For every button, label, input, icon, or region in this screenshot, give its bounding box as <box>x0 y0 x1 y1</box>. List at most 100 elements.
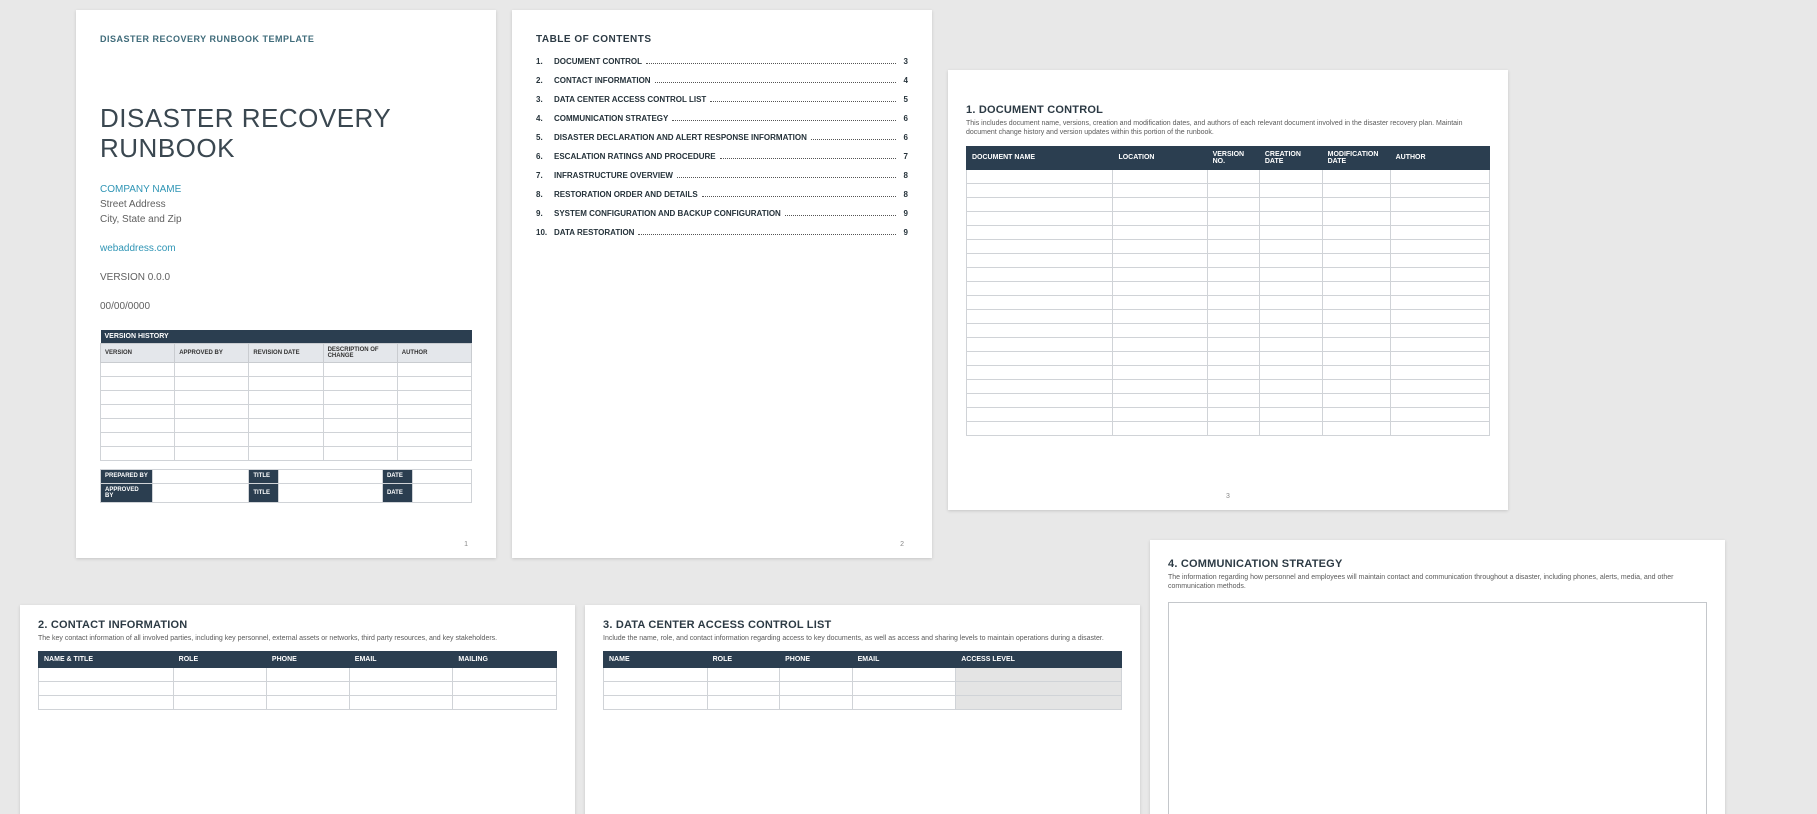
table-row <box>967 379 1490 393</box>
page-6: 4. COMMUNICATION STRATEGY The informatio… <box>1150 540 1725 814</box>
toc-page: 6 <box>898 114 908 123</box>
ct-h-phone: PHONE <box>266 652 349 668</box>
toc-number: 4. <box>536 114 554 123</box>
table-row <box>39 696 557 710</box>
datacenter-table: NAME ROLE PHONE EMAIL ACCESS LEVEL <box>603 651 1122 710</box>
table-row <box>967 323 1490 337</box>
date-label-1: DATE <box>382 469 412 483</box>
table-row <box>967 183 1490 197</box>
table-row <box>967 407 1490 421</box>
doc-control-table: DOCUMENT NAME LOCATION VERSION NO. CREAT… <box>966 146 1490 436</box>
date-value-2 <box>412 483 471 502</box>
table-row <box>101 362 472 376</box>
toc-dots <box>655 82 896 83</box>
table-row <box>967 421 1490 435</box>
table-row <box>101 404 472 418</box>
table-row <box>967 253 1490 267</box>
table-row <box>967 281 1490 295</box>
toc-dots <box>720 158 896 159</box>
doc-title-line2: RUNBOOK <box>100 133 235 163</box>
section-desc-doc-control: This includes document name, versions, c… <box>966 119 1490 138</box>
toc-number: 3. <box>536 95 554 104</box>
toc-dots <box>710 101 896 102</box>
toc-page: 9 <box>898 209 908 218</box>
toc-number: 6. <box>536 152 554 161</box>
toc-item: 7.INFRASTRUCTURE OVERVIEW 8 <box>536 171 908 180</box>
page-number-3: 3 <box>948 493 1508 500</box>
dc-h-version: VERSION NO. <box>1207 146 1259 169</box>
vh-header-revdate: REVISION DATE <box>249 343 323 362</box>
toc-label: CONTACT INFORMATION <box>554 76 651 85</box>
title-label-1: TITLE <box>249 469 279 483</box>
title-value-2 <box>279 483 383 502</box>
toc-page: 6 <box>898 133 908 142</box>
toc-label: ESCALATION RATINGS AND PROCEDURE <box>554 152 716 161</box>
web-address: webaddress.com <box>100 241 472 256</box>
table-row <box>967 267 1490 281</box>
page-3: 1. DOCUMENT CONTROL This includes docume… <box>948 70 1508 510</box>
vh-header-approved: APPROVED BY <box>175 343 249 362</box>
toc-dots <box>677 177 896 178</box>
toc-number: 8. <box>536 190 554 199</box>
toc-item: 3.DATA CENTER ACCESS CONTROL LIST5 <box>536 95 908 104</box>
toc-label: DISASTER DECLARATION AND ALERT RESPONSE … <box>554 133 807 142</box>
toc-number: 5. <box>536 133 554 142</box>
toc-item: 2.CONTACT INFORMATION4 <box>536 76 908 85</box>
toc-list: 1.DOCUMENT CONTROL32.CONTACT INFORMATION… <box>536 57 908 237</box>
date-label: 00/00/0000 <box>100 299 472 314</box>
table-row <box>604 696 1122 710</box>
toc-label: DATA RESTORATION <box>554 228 634 237</box>
approved-by-label: APPROVED BY <box>101 483 153 502</box>
table-row <box>967 351 1490 365</box>
toc-label: INFRASTRUCTURE OVERVIEW <box>554 171 673 180</box>
version-history-table: VERSION HISTORY VERSION APPROVED BY REVI… <box>100 330 472 461</box>
table-row <box>101 390 472 404</box>
page-2: TABLE OF CONTENTS 1.DOCUMENT CONTROL32.C… <box>512 10 932 558</box>
toc-item: 6.ESCALATION RATINGS AND PROCEDURE 7 <box>536 152 908 161</box>
toc-page: 3 <box>898 57 908 66</box>
dcx-h-email: EMAIL <box>852 652 956 668</box>
title-value-1 <box>279 469 383 483</box>
dc-h-mod: MODIFICATION DATE <box>1322 146 1390 169</box>
prepared-by-value <box>152 469 248 483</box>
ct-h-role: ROLE <box>173 652 266 668</box>
toc-dots <box>785 215 896 216</box>
toc-number: 1. <box>536 57 554 66</box>
toc-page: 7 <box>898 152 908 161</box>
version-label: VERSION 0.0.0 <box>100 270 472 285</box>
toc-label: COMMUNICATION STRATEGY <box>554 114 668 123</box>
section-desc-comm: The information regarding how personnel … <box>1168 573 1707 592</box>
table-row <box>604 668 1122 682</box>
toc-item: 8.RESTORATION ORDER AND DETAILS 8 <box>536 190 908 199</box>
page-1: DISASTER RECOVERY RUNBOOK TEMPLATE DISAS… <box>76 10 496 558</box>
dcx-h-name: NAME <box>604 652 708 668</box>
table-row <box>967 169 1490 183</box>
toc-number: 7. <box>536 171 554 180</box>
prepared-approved-table: PREPARED BY TITLE DATE APPROVED BY TITLE… <box>100 469 472 503</box>
toc-item: 10.DATA RESTORATION9 <box>536 228 908 237</box>
table-row <box>967 295 1490 309</box>
toc-dots <box>646 63 896 64</box>
communication-box <box>1168 602 1707 814</box>
table-row <box>967 211 1490 225</box>
toc-dots <box>702 196 896 197</box>
toc-page: 8 <box>898 171 908 180</box>
company-name: COMPANY NAME <box>100 182 472 197</box>
ct-h-mail: MAILING <box>453 652 557 668</box>
contact-table: NAME & TITLE ROLE PHONE EMAIL MAILING <box>38 651 557 710</box>
table-row <box>967 309 1490 323</box>
section-heading-contact: 2. CONTACT INFORMATION <box>38 619 557 631</box>
toc-number: 10. <box>536 228 554 237</box>
table-row <box>101 418 472 432</box>
prepared-by-label: PREPARED BY <box>101 469 153 483</box>
toc-label: RESTORATION ORDER AND DETAILS <box>554 190 698 199</box>
table-row <box>967 239 1490 253</box>
section-heading-comm: 4. COMMUNICATION STRATEGY <box>1168 558 1707 570</box>
toc-page: 8 <box>898 190 908 199</box>
toc-dots <box>638 234 896 235</box>
toc-item: 9.SYSTEM CONFIGURATION AND BACKUP CONFIG… <box>536 209 908 218</box>
section-desc-contact: The key contact information of all invol… <box>38 634 557 643</box>
toc-page: 5 <box>898 95 908 104</box>
title-label-2: TITLE <box>249 483 279 502</box>
page-4: 2. CONTACT INFORMATION The key contact i… <box>20 605 575 814</box>
